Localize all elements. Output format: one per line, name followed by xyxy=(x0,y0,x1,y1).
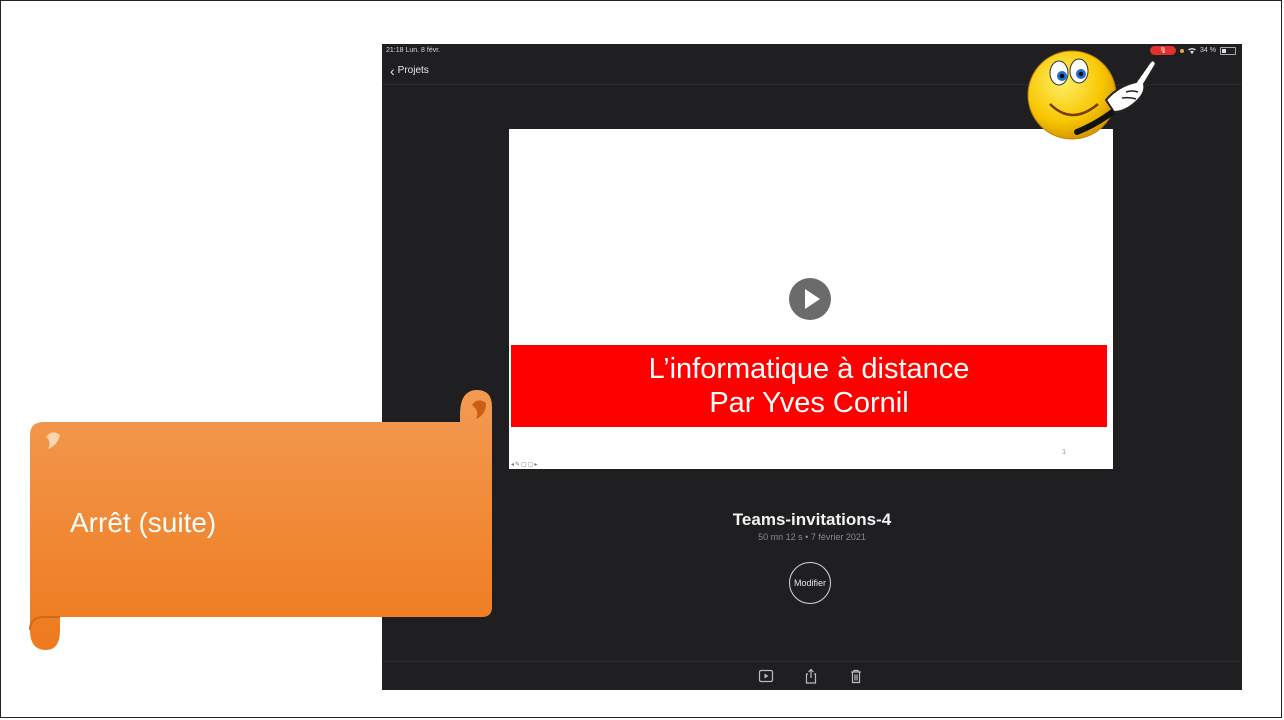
play-button[interactable] xyxy=(789,278,831,320)
modify-button-label: Modifier xyxy=(793,578,826,588)
pointing-smiley-icon xyxy=(1027,50,1158,140)
toolbar-divider xyxy=(382,661,1242,662)
share-icon[interactable] xyxy=(803,668,819,684)
battery-percent: 34 % xyxy=(1200,47,1216,54)
back-button-label: Projets xyxy=(397,65,429,76)
project-meta: 50 mn 12 s • 7 février 2021 xyxy=(758,532,866,542)
orange-dot-icon xyxy=(1180,48,1185,53)
battery-icon xyxy=(1220,46,1236,55)
trash-icon[interactable] xyxy=(848,668,864,684)
chevron-left-icon: ‹ xyxy=(390,62,395,79)
status-indicators: 🎙 34 % xyxy=(1150,46,1236,55)
page-number: 1 xyxy=(1062,449,1066,456)
callout-text: Arrêt (suite) xyxy=(70,507,217,538)
presenter-tools-icon: ◂✎▢▢▸ xyxy=(511,462,539,468)
video-preview[interactable]: L’informatique à distance Par Yves Corni… xyxy=(509,129,1113,469)
banner-line-2: Par Yves Cornil xyxy=(709,387,909,419)
banner-line-1: L’informatique à distance xyxy=(648,353,970,385)
back-button[interactable]: ‹ Projets xyxy=(390,62,429,79)
title-banner: L’informatique à distance Par Yves Corni… xyxy=(511,345,1107,427)
project-title: Teams-invitations-4 xyxy=(732,510,892,529)
play-icon[interactable] xyxy=(758,668,774,684)
modify-button[interactable]: Modifier xyxy=(789,562,831,604)
status-time: 21:18 Lun. 8 févr. xyxy=(386,47,441,54)
wifi-icon xyxy=(1188,48,1197,54)
